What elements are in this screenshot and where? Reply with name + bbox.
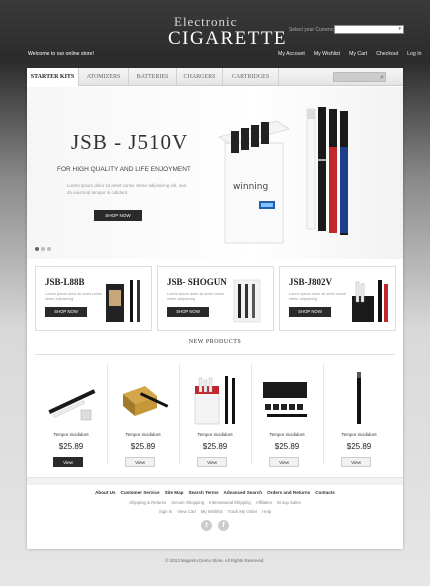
product-price-1: $25.89 bbox=[58, 442, 84, 451]
box-brand-text: winning bbox=[233, 182, 268, 192]
footer-link-track-order[interactable]: Track My Order bbox=[228, 509, 258, 514]
product-name-3[interactable]: Tempor incididunt bbox=[179, 432, 251, 437]
product-price-5: $25.89 bbox=[346, 442, 372, 451]
product-card-5[interactable]: Tempor incididunt $25.89 View bbox=[323, 360, 395, 472]
featured-shop-now-2[interactable]: SHOP NOW bbox=[167, 307, 209, 317]
product-name-4[interactable]: Tempor incididunt bbox=[251, 432, 323, 437]
tab-batteries[interactable]: BATTERIES bbox=[129, 68, 177, 86]
footer-link-view-cart[interactable]: View Cart bbox=[177, 509, 196, 514]
view-button-5[interactable]: View bbox=[341, 457, 371, 467]
tab-atomizers[interactable]: ATOMIZERS bbox=[79, 68, 129, 86]
featured-title-2: JSB- SHOGUN bbox=[167, 277, 227, 287]
footer-link-advanced-search[interactable]: Advanced Search bbox=[224, 490, 263, 495]
site-header: Electronic CIGARETTE Select your Currenc… bbox=[0, 0, 430, 68]
view-button-2[interactable]: View bbox=[125, 457, 155, 467]
featured-block-1[interactable]: JSB-L88B Lorem ipsum dolor sit amet cons… bbox=[35, 266, 152, 331]
product-card-2[interactable]: Tempor incididunt $25.89 View bbox=[107, 360, 179, 472]
footer-links-tertiary: Sign In View Cart My Wishlist Track My O… bbox=[27, 509, 403, 514]
featured-block-3[interactable]: JSB-J802V Lorem ipsum dolor sit amet con… bbox=[279, 266, 396, 331]
slider-dots bbox=[35, 247, 51, 251]
hero-text: Lorem ipsum dolor sit amet conse ctetur … bbox=[67, 183, 187, 195]
footer-link-site-map[interactable]: Site Map bbox=[165, 490, 184, 495]
product-image-5[interactable] bbox=[331, 370, 387, 426]
view-button-1[interactable]: View bbox=[53, 457, 83, 467]
link-my-wishlist[interactable]: My Wishlist bbox=[314, 51, 340, 57]
slider-dot-1[interactable] bbox=[35, 247, 39, 251]
search-icon[interactable]: ⌕ bbox=[380, 73, 384, 82]
link-checkout[interactable]: Checkout bbox=[376, 51, 398, 57]
footer-link-help[interactable]: Help bbox=[262, 509, 271, 514]
new-products-title: NEW PRODUCTS bbox=[188, 339, 242, 345]
footer-links-secondary: Shipping & Returns Secure Shopping Inter… bbox=[27, 500, 403, 505]
slider-dot-2[interactable] bbox=[41, 247, 45, 251]
product-card-1[interactable]: Tempor incididunt $25.89 View bbox=[35, 360, 107, 472]
product-image-2[interactable] bbox=[115, 370, 171, 426]
product-image-3[interactable] bbox=[187, 370, 243, 426]
footer-links-main: About Us Customer Service Site Map Searc… bbox=[27, 490, 403, 495]
footer-link-search-terms[interactable]: Search Terms bbox=[188, 490, 218, 495]
view-button-4[interactable]: View bbox=[269, 457, 299, 467]
slider-dot-3[interactable] bbox=[47, 247, 51, 251]
tab-chargers[interactable]: CHARGERS bbox=[177, 68, 223, 86]
chevron-down-icon: ▾ bbox=[398, 26, 401, 32]
currency-select[interactable]: ▾ bbox=[334, 25, 404, 34]
hero-title: JSB - J510V bbox=[71, 130, 189, 154]
footer-link-my-wishlist[interactable]: My Wishlist bbox=[201, 509, 223, 514]
footer-link-secure-shopping[interactable]: Secure Shopping bbox=[171, 500, 204, 505]
search-input[interactable]: ⌕ bbox=[333, 72, 386, 82]
featured-title-1: JSB-L88B bbox=[45, 277, 85, 287]
featured-image-1 bbox=[106, 280, 140, 322]
hero-slider: JSB - J510V FOR HIGH QUALITY AND LIFE EN… bbox=[27, 87, 403, 259]
link-my-account[interactable]: My Account bbox=[278, 51, 305, 57]
link-log-in[interactable]: Log In bbox=[407, 51, 421, 57]
featured-shop-now-3[interactable]: SHOP NOW bbox=[289, 307, 331, 317]
copyright: © 2013 Magento Demo Store. All Rights Re… bbox=[165, 558, 265, 563]
product-name-1[interactable]: Tempor incididunt bbox=[35, 432, 107, 437]
product-name-5[interactable]: Tempor incididunt bbox=[323, 432, 395, 437]
twitter-icon[interactable]: t bbox=[201, 520, 212, 531]
tab-starter-kits[interactable]: STARTER KITS bbox=[27, 68, 79, 86]
footer-link-orders-returns[interactable]: Orders and Returns bbox=[267, 490, 310, 495]
featured-block-2[interactable]: JSB- SHOGUN Lorem ipsum dolor sit amet c… bbox=[157, 266, 274, 331]
top-links: My Account My Wishlist My Cart Checkout … bbox=[278, 51, 422, 57]
featured-shop-now-1[interactable]: SHOP NOW bbox=[45, 307, 87, 317]
currency-label: Select your Currency: bbox=[289, 27, 338, 33]
product-card-3[interactable]: Tempor incididunt $25.89 View bbox=[179, 360, 251, 472]
divider bbox=[35, 354, 395, 355]
footer-link-group-sales[interactable]: Group Sales bbox=[277, 500, 301, 505]
hero-subtitle: FOR HIGH QUALITY AND LIFE ENJOYMENT bbox=[57, 166, 191, 173]
tab-cartridges[interactable]: CARTRIDGES bbox=[223, 68, 279, 86]
featured-text-2: Lorem ipsum dolor sit amet conse ctetur … bbox=[167, 292, 224, 301]
featured-image-2 bbox=[233, 279, 261, 323]
category-nav: STARTER KITS ATOMIZERS BATTERIES CHARGER… bbox=[27, 68, 403, 86]
hero-product-image: winning bbox=[218, 107, 348, 244]
footer-link-contacts[interactable]: Contacts bbox=[315, 490, 335, 495]
footer-link-sign-in[interactable]: Sign In bbox=[159, 509, 172, 514]
product-price-3: $25.89 bbox=[202, 442, 228, 451]
footer-link-international-shipping[interactable]: International Shipping bbox=[209, 500, 251, 505]
footer-link-shipping-returns[interactable]: Shipping & Returns bbox=[129, 500, 166, 505]
featured-title-3: JSB-J802V bbox=[289, 277, 333, 287]
footer-band bbox=[27, 477, 403, 485]
featured-image-3 bbox=[352, 280, 388, 322]
welcome-message: Welcome to our online store! bbox=[28, 51, 94, 57]
product-card-4[interactable]: Tempor incididunt $25.89 View bbox=[251, 360, 323, 472]
product-name-2[interactable]: Tempor incididunt bbox=[107, 432, 179, 437]
hero-shop-now-button[interactable]: SHOP NOW bbox=[94, 210, 142, 221]
facebook-icon[interactable]: f bbox=[218, 520, 229, 531]
link-my-cart[interactable]: My Cart bbox=[349, 51, 367, 57]
footer-link-customer-service[interactable]: Customer Service bbox=[121, 490, 160, 495]
main-panel: STARTER KITS ATOMIZERS BATTERIES CHARGER… bbox=[27, 68, 403, 549]
featured-text-1: Lorem ipsum dolor sit amet conse ctetur … bbox=[45, 292, 102, 301]
view-button-3[interactable]: View bbox=[197, 457, 227, 467]
product-image-4[interactable] bbox=[259, 370, 315, 426]
product-price-2: $25.89 bbox=[130, 442, 156, 451]
footer-link-about-us[interactable]: About Us bbox=[95, 490, 115, 495]
product-image-1[interactable] bbox=[43, 370, 99, 426]
product-price-4: $25.89 bbox=[274, 442, 300, 451]
featured-text-3: Lorem ipsum dolor sit amet conse ctetur … bbox=[289, 292, 346, 301]
footer-link-affiliates[interactable]: Affiliates bbox=[256, 500, 272, 505]
logo-line2[interactable]: CIGARETTE bbox=[168, 28, 287, 50]
